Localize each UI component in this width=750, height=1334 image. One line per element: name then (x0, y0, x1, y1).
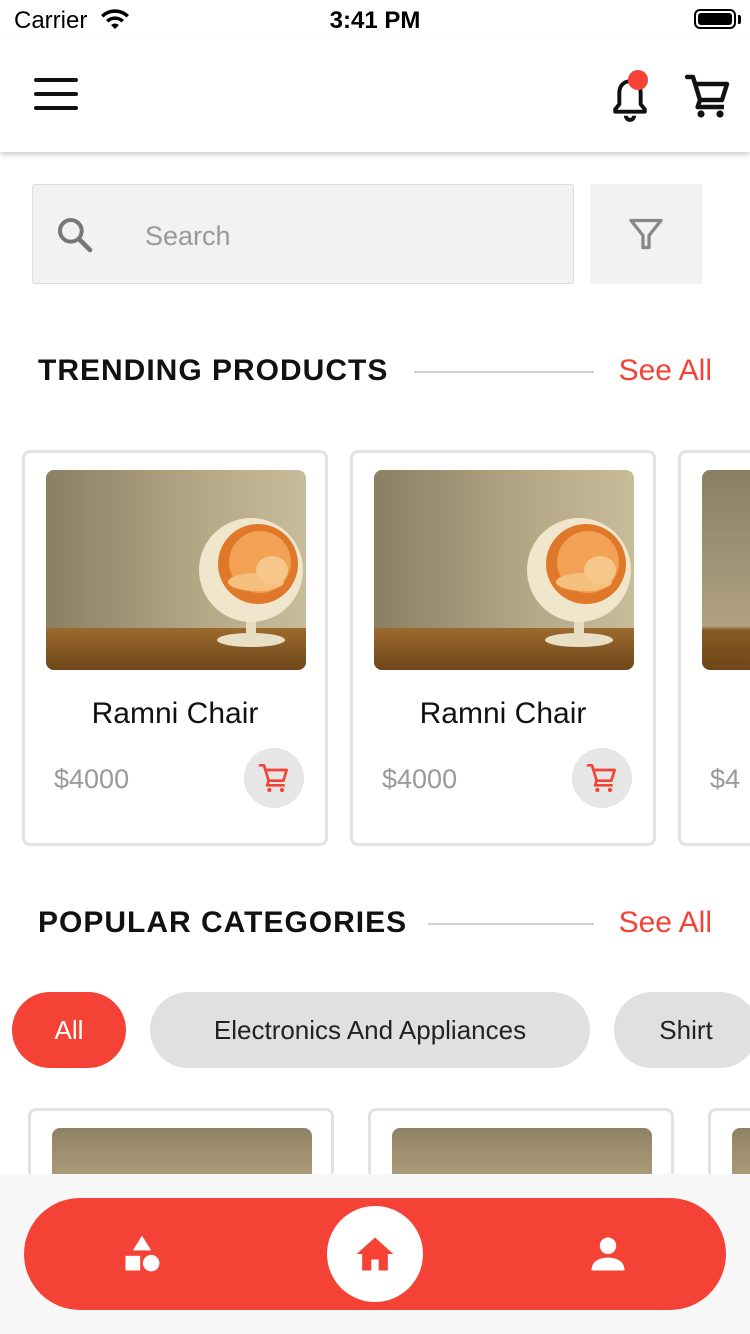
section-divider (414, 371, 594, 373)
product-image (732, 1128, 750, 1178)
nav-home-button[interactable] (327, 1206, 423, 1302)
hamburger-menu-icon[interactable] (34, 78, 78, 112)
category-products-list[interactable] (0, 1108, 750, 1178)
status-bar: Carrier 3:41 PM (0, 0, 750, 40)
product-price: $4000 (54, 764, 130, 794)
product-name: Ramni Chair (91, 697, 259, 730)
category-chips: All Electronics And Appliances Shirt (0, 992, 750, 1068)
product-image (46, 470, 306, 670)
app-bar (0, 40, 750, 152)
trending-products-list[interactable]: Ramni Chair $4000 Ramni Chair $4000 $4 (0, 450, 750, 846)
product-price: $4000 (382, 764, 458, 794)
filter-funnel-icon (629, 218, 663, 250)
status-time: 3:41 PM (329, 7, 421, 34)
product-image (702, 470, 750, 670)
nav-categories-button[interactable] (120, 1232, 164, 1276)
search-input[interactable] (143, 213, 547, 259)
categories-see-all-link[interactable]: See All (619, 906, 712, 940)
search-bar[interactable] (32, 184, 574, 284)
product-card[interactable]: $4 (678, 450, 750, 846)
notification-badge (628, 70, 648, 90)
product-card[interactable] (28, 1108, 334, 1178)
cart-icon (586, 764, 616, 793)
battery-icon (694, 9, 736, 29)
filter-button[interactable] (590, 184, 702, 284)
add-to-cart-button[interactable] (244, 748, 304, 808)
person-icon (591, 1237, 625, 1271)
product-card[interactable]: Ramni Chair $4000 (350, 450, 656, 846)
product-card[interactable]: Ramni Chair $4000 (22, 450, 328, 846)
cart-button[interactable] (684, 72, 734, 122)
section-divider (428, 923, 594, 925)
trending-products-title: TRENDING PRODUCTS (38, 354, 389, 387)
product-name: Ramni Chair (419, 697, 587, 730)
product-image (392, 1128, 652, 1178)
battery-cap (738, 15, 741, 24)
home-icon (356, 1237, 394, 1271)
notification-button[interactable] (608, 70, 656, 122)
cart-icon (258, 764, 288, 793)
bottom-navigation (24, 1198, 726, 1310)
trending-see-all-link[interactable]: See All (619, 354, 712, 388)
product-card[interactable] (368, 1108, 674, 1178)
product-image (374, 470, 634, 670)
category-chip-shirt[interactable]: Shirt (614, 992, 750, 1068)
nav-profile-button[interactable] (586, 1232, 630, 1276)
popular-categories-title: POPULAR CATEGORIES (38, 906, 408, 939)
product-price: $4 (710, 764, 741, 794)
category-chip-electronics[interactable]: Electronics And Appliances (150, 992, 590, 1068)
product-image (52, 1128, 312, 1178)
shopping-cart-icon (684, 74, 730, 118)
add-to-cart-button[interactable] (572, 748, 632, 808)
search-icon (55, 215, 95, 260)
categories-shapes-icon (125, 1235, 160, 1272)
category-chip-all[interactable]: All (12, 992, 126, 1068)
product-card[interactable] (708, 1108, 750, 1178)
